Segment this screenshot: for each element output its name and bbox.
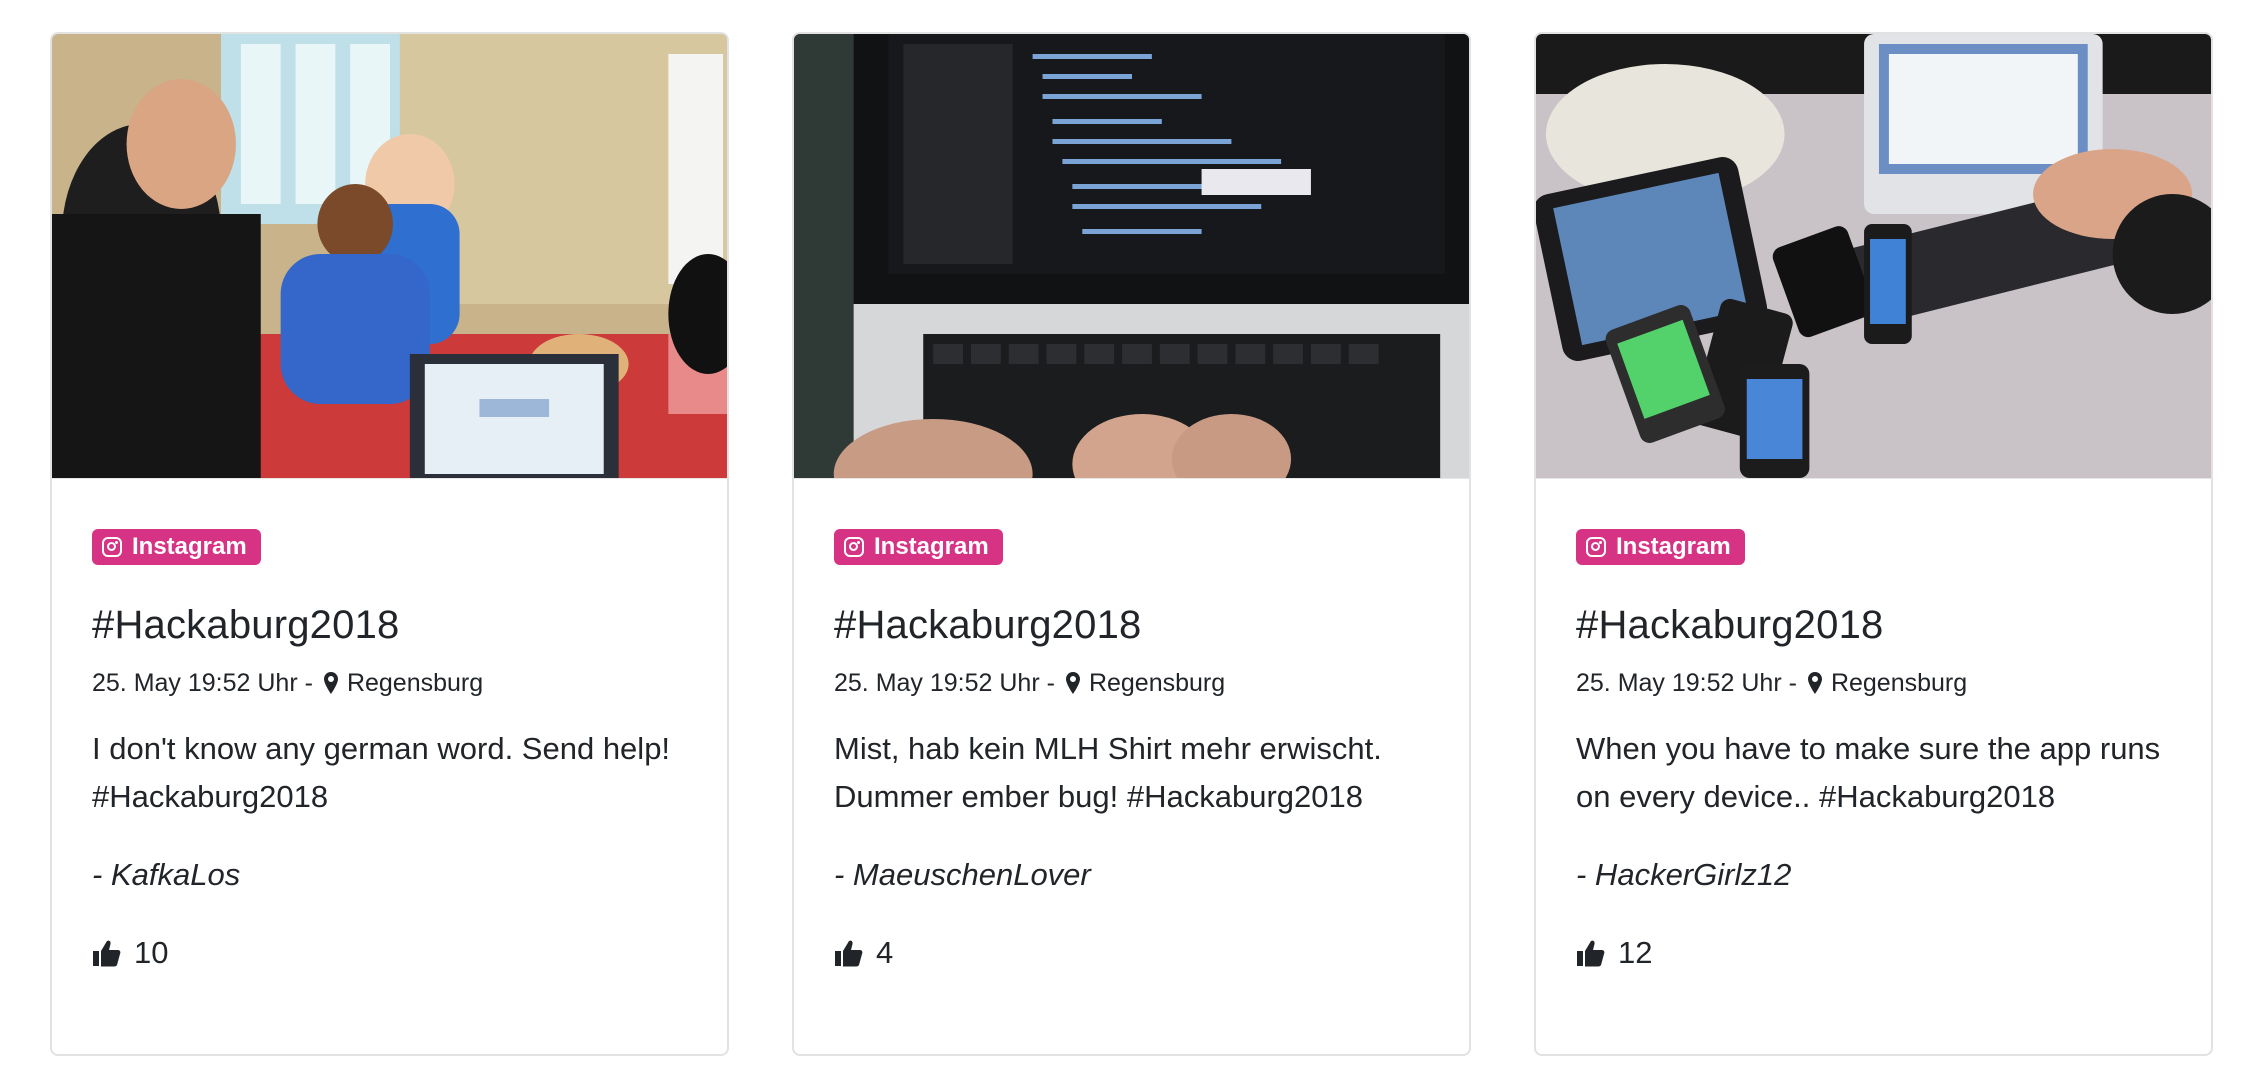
- post-image[interactable]: [794, 34, 1469, 479]
- post-meta: 25. May 19:52 Uhr - Regensburg: [834, 667, 1429, 699]
- like-button[interactable]: 10: [92, 929, 687, 977]
- post-location: Regensburg: [1088, 669, 1226, 697]
- thumbs-up-icon: [93, 940, 121, 967]
- source-badge: Instagram: [834, 529, 1003, 565]
- post-text: Mist, hab kein MLH Shirt mehr erwischt. …: [834, 731, 1382, 814]
- post-author: - MaeuschenLover: [834, 857, 1091, 892]
- like-count: 10: [134, 935, 169, 970]
- post-image[interactable]: [52, 34, 727, 479]
- post-card[interactable]: Instagram #Hackaburg2018 25. May 19:52 U…: [792, 32, 1471, 1056]
- source-badge: Instagram: [1576, 529, 1745, 565]
- instagram-icon: [102, 537, 122, 557]
- post-date: 25. May 19:52 Uhr -: [92, 669, 313, 697]
- post-location: Regensburg: [346, 669, 484, 697]
- map-marker-icon: [1065, 672, 1080, 694]
- post-image[interactable]: [1536, 34, 2211, 479]
- post-meta: 25. May 19:52 Uhr - Regensburg: [92, 667, 687, 699]
- post-grid: Instagram #Hackaburg2018 25. May 19:52 U…: [50, 32, 2213, 1056]
- thumbs-up-icon: [835, 940, 863, 967]
- source-badge: Instagram: [92, 529, 261, 565]
- post-photo: [52, 34, 727, 478]
- post-author: - HackerGirlz12: [1576, 857, 1792, 892]
- source-label: Instagram: [132, 533, 247, 560]
- map-marker-icon: [323, 672, 338, 694]
- map-marker-icon: [1807, 672, 1822, 694]
- instagram-icon: [1586, 537, 1606, 557]
- instagram-icon: [844, 537, 864, 557]
- post-title: #Hackaburg2018: [834, 603, 1142, 647]
- post-text: When you have to make sure the app runs …: [1576, 731, 2161, 814]
- post-text: I don't know any german word. Send help!…: [92, 731, 671, 814]
- post-title: #Hackaburg2018: [1576, 603, 1884, 647]
- thumbs-up-icon: [1577, 940, 1605, 967]
- post-photo: [794, 34, 1469, 478]
- post-title: #Hackaburg2018: [92, 603, 400, 647]
- post-photo: [1536, 34, 2211, 478]
- source-label: Instagram: [1616, 533, 1731, 560]
- like-count: 12: [1618, 935, 1653, 970]
- post-date: 25. May 19:52 Uhr -: [1576, 669, 1797, 697]
- post-card[interactable]: Instagram #Hackaburg2018 25. May 19:52 U…: [50, 32, 729, 1056]
- post-date: 25. May 19:52 Uhr -: [834, 669, 1055, 697]
- source-label: Instagram: [874, 533, 989, 560]
- post-location: Regensburg: [1830, 669, 1968, 697]
- like-button[interactable]: 4: [834, 929, 1429, 977]
- post-card[interactable]: Instagram #Hackaburg2018 25. May 19:52 U…: [1534, 32, 2213, 1056]
- post-author: - KafkaLos: [92, 857, 241, 892]
- post-meta: 25. May 19:52 Uhr - Regensburg: [1576, 667, 2171, 699]
- like-count: 4: [876, 935, 894, 970]
- like-button[interactable]: 12: [1576, 929, 2171, 977]
